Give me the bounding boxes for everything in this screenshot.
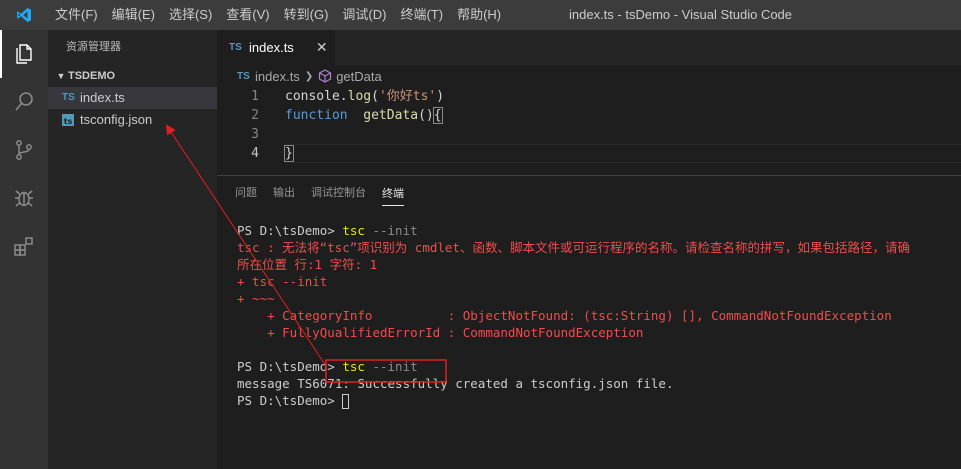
terminal-text: PS D:\tsDemo> (237, 393, 343, 408)
terminal-line: PS D:\tsDemo> tsc --init (237, 222, 961, 239)
breadcrumb-symbol[interactable]: getData (336, 69, 382, 84)
breadcrumb: TS index.ts ❯ getData (217, 65, 961, 87)
typescript-file-icon: TS (237, 70, 250, 82)
menu-edit[interactable]: 编辑(E) (105, 0, 162, 30)
menu-selection[interactable]: 选择(S) (162, 0, 219, 30)
close-icon[interactable]: ✕ (316, 39, 328, 56)
menu-view[interactable]: 查看(V) (219, 0, 276, 30)
activity-bar (0, 30, 48, 469)
files-icon[interactable] (0, 30, 48, 78)
line-number: 2 (251, 108, 259, 123)
panel-tabs: 问题 输出 调试控制台 终端 (217, 176, 961, 211)
menu-terminal[interactable]: 终端(T) (393, 0, 450, 30)
tsconfig-file-icon: ts (62, 114, 80, 126)
terminal-text: PS D:\tsDemo> (237, 359, 343, 374)
file-name: index.ts (80, 90, 125, 105)
code-line[interactable]: 1 console.log('你好ts') (217, 87, 961, 106)
vscode-logo-icon (0, 0, 48, 30)
code-token: { (432, 107, 443, 124)
terminal-text: + tsc --init (237, 274, 328, 289)
code-line[interactable]: 2 function getData(){ (217, 106, 961, 125)
breadcrumb-file[interactable]: index.ts (255, 69, 300, 84)
terminal-line: PS D:\tsDemo> (237, 392, 961, 409)
terminal-text: tsc (342, 223, 365, 238)
line-number: 3 (251, 127, 259, 142)
terminal-line: 所在位置 行:1 字符: 1 (237, 256, 961, 273)
code-token: ) (436, 89, 445, 104)
debug-icon[interactable] (0, 174, 48, 222)
menu-bar: 文件(F) 编辑(E) 选择(S) 查看(V) 转到(G) 调试(D) 终端(T… (48, 0, 508, 30)
menu-file[interactable]: 文件(F) (48, 0, 105, 30)
terminal-line: tsc : 无法将“tsc”项识别为 cmdlet、函数、脚本文件或可运行程序的… (237, 239, 961, 256)
explorer-sidebar: 资源管理器 ▼ TSDEMO TS index.ts ts tsconfig.j… (48, 30, 217, 469)
tab-output[interactable]: 输出 (273, 176, 295, 211)
menu-help[interactable]: 帮助(H) (450, 0, 508, 30)
file-item-tsconfig[interactable]: ts tsconfig.json (48, 109, 217, 131)
explorer-title: 资源管理器 (66, 41, 121, 53)
code-token: getData (363, 108, 419, 123)
terminal-line: + ~~~ (237, 290, 961, 307)
tab-problems[interactable]: 问题 (235, 176, 257, 211)
terminal-line: + FullyQualifiedErrorId : CommandNotFoun… (237, 324, 961, 341)
terminal-text: message TS6071: Successfully created a t… (237, 376, 674, 391)
code-token: log (347, 89, 372, 104)
code-token: function (285, 108, 348, 123)
code-line[interactable]: 4} (217, 144, 961, 163)
search-icon[interactable] (0, 78, 48, 126)
folder-header[interactable]: ▼ TSDEMO (48, 65, 217, 87)
terminal-text: tsc (342, 359, 365, 374)
code-token: '你好ts' (378, 89, 437, 104)
tab-terminal[interactable]: 终端 (382, 182, 404, 206)
folder-name: TSDEMO (68, 70, 116, 82)
chevron-right-icon: ❯ (304, 70, 314, 82)
terminal-line: + tsc --init (237, 273, 961, 290)
line-source: function getData(){ (259, 106, 443, 125)
terminal-line: + CategoryInfo : ObjectNotFound: (tsc:St… (237, 307, 961, 324)
terminal-text: + ~~~ (237, 291, 275, 306)
terminal-line: message TS6071: Successfully created a t… (237, 375, 961, 392)
svg-text:ts: ts (64, 117, 73, 126)
terminal-text: --init (364, 359, 418, 374)
line-source (259, 125, 285, 144)
typescript-file-icon: TS (62, 92, 75, 103)
code-token: ( (371, 89, 379, 104)
extensions-icon[interactable] (0, 222, 48, 270)
terminal-line: PS D:\tsDemo> tsc --init (237, 358, 961, 375)
tab-index-ts[interactable]: TS index.ts ✕ (217, 30, 335, 65)
terminal-text: + FullyQualifiedErrorId : CommandNotFoun… (237, 325, 644, 340)
file-item-index-ts[interactable]: TS index.ts (48, 87, 217, 109)
line-number: 4 (251, 146, 259, 161)
terminal-text: + CategoryInfo : ObjectNotFound: (tsc:St… (237, 308, 892, 323)
terminal-output[interactable]: PS D:\tsDemo> tsc --init tsc : 无法将“tsc”项识… (217, 211, 961, 409)
terminal-text: PS D:\tsDemo> (237, 223, 343, 238)
chevron-down-icon: ▼ (56, 71, 66, 81)
current-line-highlight (285, 144, 961, 163)
line-number: 1 (251, 89, 259, 104)
code-line[interactable]: 3 (217, 125, 961, 144)
editor-tabs: TS index.ts ✕ (217, 30, 961, 65)
code-token: console. (285, 89, 348, 104)
file-name: tsconfig.json (80, 112, 153, 127)
method-cube-icon (318, 69, 332, 83)
terminal-text: --init (364, 223, 418, 238)
code-editor[interactable]: 1 console.log('你好ts') 2 function getData(){… (217, 87, 961, 163)
menu-debug[interactable]: 调试(D) (335, 0, 393, 30)
source-control-icon[interactable] (0, 126, 48, 174)
typescript-file-icon: TS (229, 42, 242, 53)
menu-go[interactable]: 转到(G) (277, 0, 336, 30)
terminal-cursor (342, 394, 350, 409)
terminal-text: 所在位置 行:1 字符: 1 (237, 257, 378, 272)
line-source: console.log('你好ts') (259, 87, 444, 106)
tab-debug-console[interactable]: 调试控制台 (311, 176, 366, 211)
code-token: () (418, 108, 434, 123)
terminal-text: tsc : 无法将“tsc”项识别为 cmdlet、函数、脚本文件或可运行程序的… (237, 240, 910, 255)
bottom-panel: 问题 输出 调试控制台 终端 PS D:\tsDemo> tsc --init t… (217, 175, 961, 469)
tab-label: index.ts (249, 40, 294, 55)
title-bar: 文件(F) 编辑(E) 选择(S) 查看(V) 转到(G) 调试(D) 终端(T… (0, 0, 961, 30)
